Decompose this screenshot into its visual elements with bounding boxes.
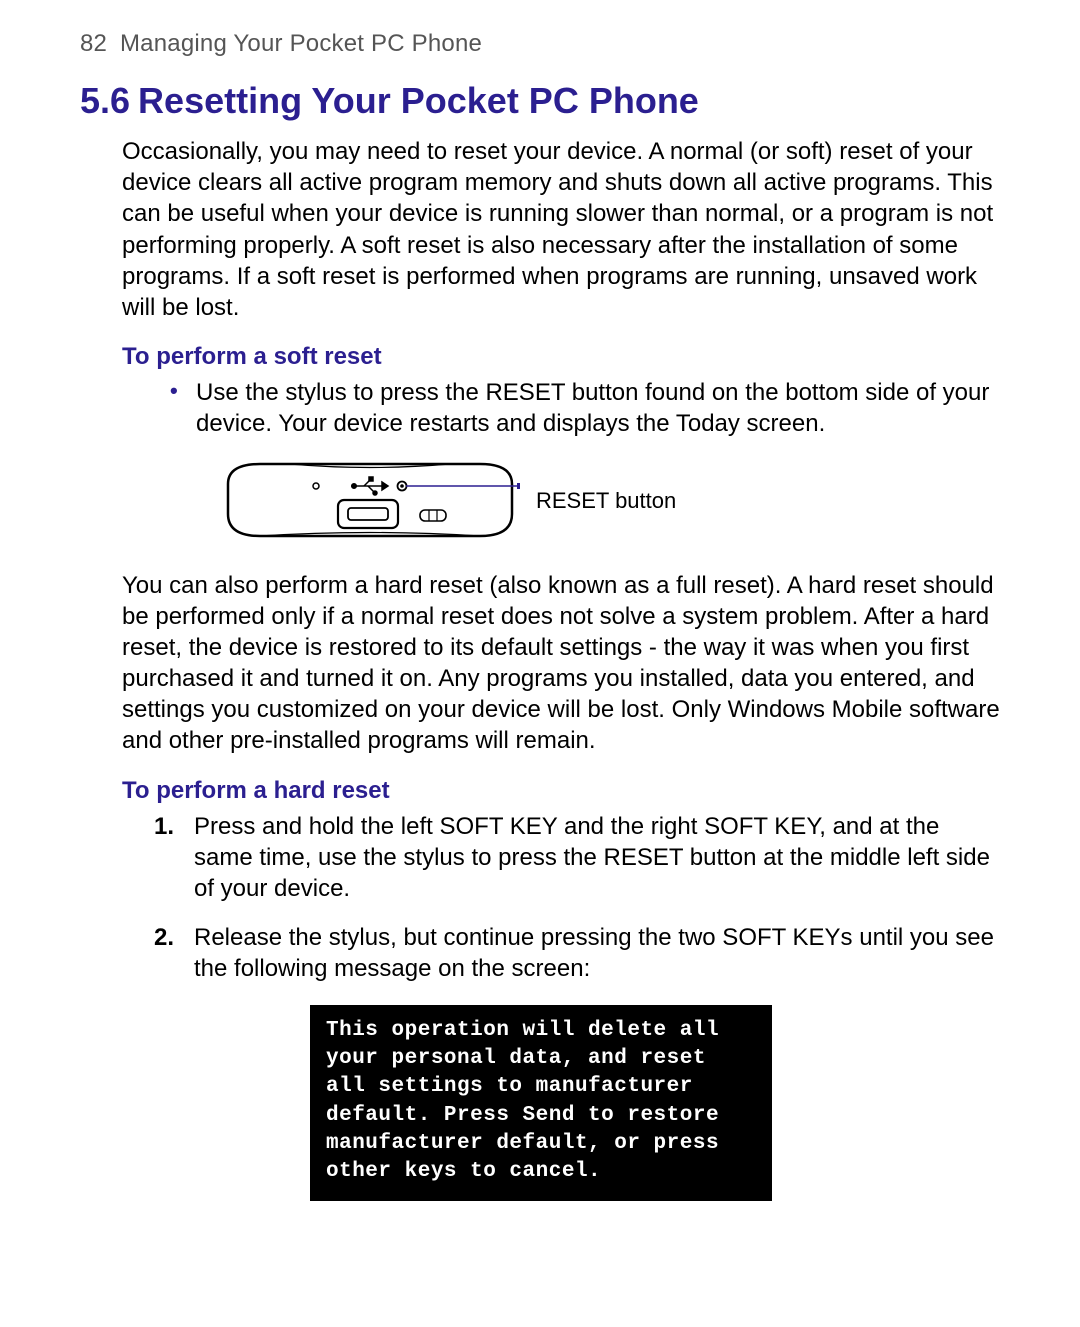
page-number: 82 [80, 30, 107, 57]
intro-paragraph: Occasionally, you may need to reset your… [80, 136, 1000, 323]
hard-reset-intro-paragraph: You can also perform a hard reset (also … [80, 570, 1000, 757]
hard-reset-steps: Press and hold the left SOFT KEY and the… [80, 811, 1000, 985]
reset-button-callout: RESET button [536, 488, 676, 514]
section-title-text: Resetting Your Pocket PC Phone [138, 80, 699, 121]
running-header: 82 Managing Your Pocket PC Phone [80, 30, 1000, 58]
document-page: 82 Managing Your Pocket PC Phone 5.6Rese… [0, 0, 1080, 1327]
hard-reset-heading: To perform a hard reset [122, 777, 1000, 805]
list-item: Release the stylus, but continue pressin… [154, 922, 1000, 984]
section-heading: 5.6Resetting Your Pocket PC Phone [80, 80, 1000, 122]
soft-reset-heading: To perform a soft reset [122, 343, 1000, 371]
console-message: This operation will delete all your pers… [310, 1005, 772, 1201]
list-item: Press and hold the left SOFT KEY and the… [154, 811, 1000, 905]
device-bottom-figure: RESET button [80, 456, 1000, 546]
soft-reset-bullet-list: Use the stylus to press the RESET button… [80, 377, 1000, 439]
chapter-title: Managing Your Pocket PC Phone [120, 30, 482, 57]
section-number: 5.6 [80, 80, 130, 121]
device-bottom-illustration [220, 456, 520, 546]
list-item: Use the stylus to press the RESET button… [170, 377, 1000, 439]
